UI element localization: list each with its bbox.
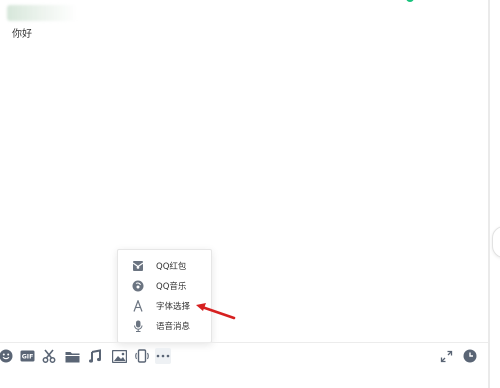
menu-item-font-select[interactable]: 字体选择 xyxy=(118,296,211,316)
menu-item-voice-message[interactable]: 语音消息 xyxy=(118,316,211,336)
input-toolbar: GIF xyxy=(0,344,488,388)
menu-item-label: QQ音乐 xyxy=(156,282,187,292)
online-status-icon xyxy=(406,0,414,2)
folder-icon[interactable] xyxy=(64,348,80,364)
side-panel-toggle[interactable] xyxy=(492,226,500,258)
font-icon xyxy=(132,300,144,312)
music-note-icon[interactable] xyxy=(87,348,103,364)
more-icon[interactable] xyxy=(155,348,171,364)
menu-item-label: 语音消息 xyxy=(156,322,191,332)
more-options-menu: QQ红包 QQ音乐 字体选择 语音消息 xyxy=(117,249,212,343)
microphone-icon xyxy=(132,320,144,332)
music-icon xyxy=(132,280,144,292)
gif-icon[interactable]: GIF xyxy=(19,348,35,364)
menu-item-qq-music[interactable]: QQ音乐 xyxy=(118,276,211,296)
red-packet-icon xyxy=(132,260,144,272)
chat-message: 你好 xyxy=(12,29,32,40)
scissors-icon[interactable] xyxy=(41,348,57,364)
image-icon[interactable] xyxy=(111,348,127,364)
menu-item-red-packet[interactable]: QQ红包 xyxy=(118,256,211,276)
history-clock-icon[interactable] xyxy=(462,348,478,364)
blurred-contact-name xyxy=(7,5,77,21)
menu-item-label: QQ红包 xyxy=(156,262,187,272)
phone-shake-icon[interactable] xyxy=(134,348,150,364)
menu-item-label: 字体选择 xyxy=(156,302,191,312)
chat-message-area: 你好 xyxy=(0,0,490,342)
emoji-icon[interactable] xyxy=(0,348,14,364)
svg-text:GIF: GIF xyxy=(21,354,33,361)
expand-icon[interactable] xyxy=(438,348,454,364)
window-divider xyxy=(488,0,490,388)
toolbar-divider xyxy=(0,342,488,343)
